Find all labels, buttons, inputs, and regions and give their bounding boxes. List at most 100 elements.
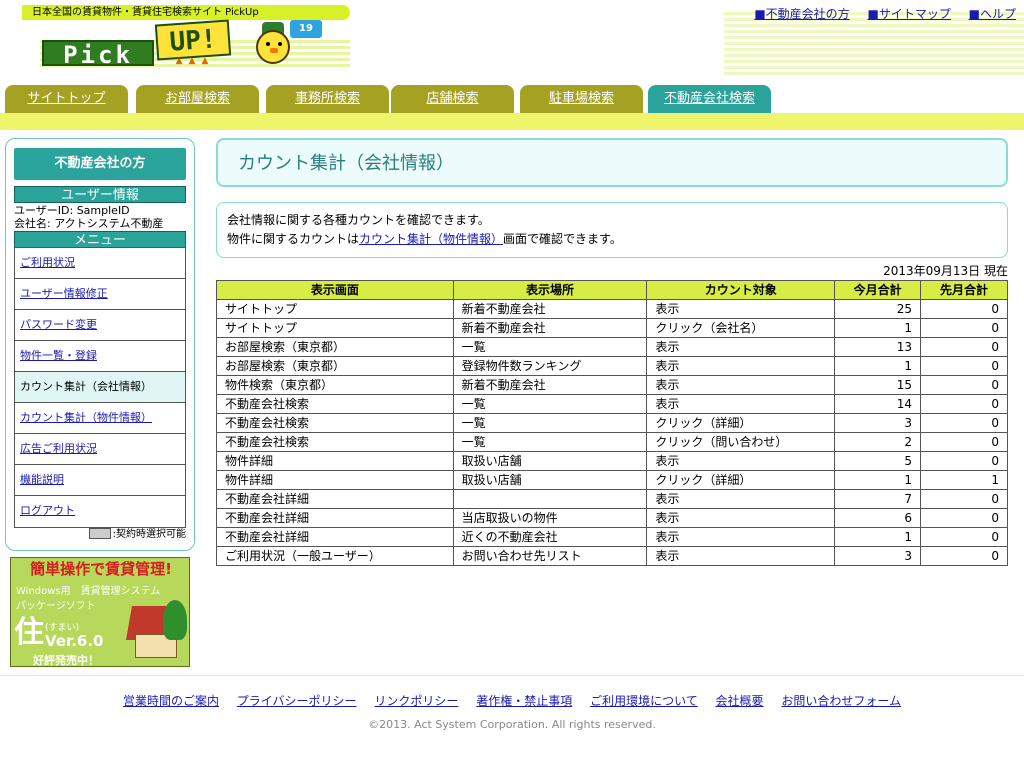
ad-sale: 好評発売中！: [33, 654, 99, 667]
as-of-date: 2013年09月13日 現在: [883, 264, 1008, 278]
table-cell: 5: [834, 451, 922, 471]
table-row: ご利用状況（一般ユーザー） お問い合わせ先リスト 表示 3 0: [216, 546, 1008, 566]
table-cell: 表示: [646, 508, 836, 528]
table-cell: 0: [920, 394, 1008, 414]
tab-parking-search[interactable]: 駐車場検索: [520, 85, 643, 113]
table-row: サイトトップ 新着不動産会社 表示 25 0: [216, 299, 1008, 319]
table-cell: 2: [834, 432, 922, 452]
table-cell: 0: [920, 489, 1008, 509]
menu-item-count-property[interactable]: カウント集計（物件情報）: [15, 403, 185, 434]
table-body: サイトトップ 新着不動産会社 表示 25 0 サイトトップ 新着不動産会社 クリック（会社名）…: [216, 299, 1008, 566]
ad-version: Ver.6.0: [45, 632, 104, 650]
table-cell: 1: [834, 318, 922, 338]
table-cell: 15: [834, 375, 922, 395]
table-cell: 取扱い店舗: [452, 470, 648, 490]
page-title: カウント集計（会社情報）: [238, 153, 454, 174]
menu-item-properties[interactable]: 物件一覧・登録: [15, 341, 185, 372]
table-cell: 不動産会社詳細: [216, 489, 454, 509]
table-cell: 当店取扱いの物件: [452, 508, 648, 528]
table-cell: 25: [834, 299, 922, 319]
table-cell: 新着不動産会社: [452, 318, 648, 338]
top-links: ■不動産会社の方 ■サイトマップ ■ヘルプ: [740, 5, 1016, 22]
table-cell: 6: [834, 508, 922, 528]
menu-item-ad-usage[interactable]: 広告ご利用状況: [15, 434, 185, 465]
menu-item-logout[interactable]: ログアウト: [15, 496, 185, 527]
table-cell: 表示: [646, 356, 836, 376]
table-cell: 7: [834, 489, 922, 509]
table-cell: 一覧: [452, 413, 648, 433]
page-title-box: カウント集計（会社情報）: [216, 138, 1008, 187]
table-cell: ご利用状況（一般ユーザー）: [216, 546, 454, 566]
table-row: サイトトップ 新着不動産会社 クリック（会社名） 1 0: [216, 318, 1008, 338]
sidebar: 不動産会社の方 ユーザー情報 ユーザーID: SampleID 会社名: アクト…: [5, 138, 195, 551]
site-tagline: 日本全国の賃貸物件・賃貸住宅検索サイト PickUp: [22, 5, 350, 20]
table-cell: クリック（詳細）: [646, 470, 836, 490]
col-header-target: カウント対象: [646, 280, 836, 300]
table-row: 不動産会社詳細 近くの不動産会社 表示 1 0: [216, 527, 1008, 547]
logo-arrows-icon: ▲▲▲: [175, 56, 215, 66]
legend-swatch: [88, 528, 111, 539]
logo-pick-text: Pick: [42, 40, 154, 68]
table-cell: 0: [920, 546, 1008, 566]
table-cell: 新着不動産会社: [452, 299, 648, 319]
menu-item-count-company: カウント集計（会社情報）: [15, 372, 185, 403]
link-help[interactable]: ■ヘルプ: [969, 7, 1016, 21]
footer-link-company[interactable]: 会社概要: [716, 694, 764, 708]
table-cell: 物件詳細: [216, 451, 454, 471]
table-cell: 0: [920, 356, 1008, 376]
footer-link-hours[interactable]: 営業時間のご案内: [123, 694, 219, 708]
table-cell: 新着不動産会社: [452, 375, 648, 395]
table-cell: お問い合わせ先リスト: [452, 546, 648, 566]
tab-office-search[interactable]: 事務所検索: [266, 85, 389, 113]
ad-banner[interactable]: 簡単操作で賃貸管理! Windows用 賃貸管理システム パッケージソフト 住 (…: [10, 557, 190, 667]
table-cell: 0: [920, 318, 1008, 338]
sidebar-menu: ご利用状況 ユーザー情報修正 パスワード変更 物件一覧・登録 カウント集計（会社…: [14, 247, 186, 528]
col-header-location: 表示場所: [452, 280, 648, 300]
menu-item-change-password[interactable]: パスワード変更: [15, 310, 185, 341]
table-row: 不動産会社詳細 表示 7 0: [216, 489, 1008, 509]
table-cell: [452, 489, 648, 509]
mascot-flag-badge: 19: [290, 20, 322, 38]
table-cell: 表示: [646, 299, 836, 319]
menu-item-features[interactable]: 機能説明: [15, 465, 185, 496]
table-row: お部屋検索（東京都） 一覧 表示 13 0: [216, 337, 1008, 357]
tab-bar: [0, 113, 1024, 130]
tab-realestate-search[interactable]: 不動産会社検索: [648, 85, 771, 113]
table-cell: 0: [920, 413, 1008, 433]
table-cell: 1: [834, 356, 922, 376]
link-sitemap[interactable]: ■サイトマップ: [867, 7, 950, 21]
table-cell: 0: [920, 527, 1008, 547]
footer-link-contact[interactable]: お問い合わせフォーム: [781, 694, 901, 708]
footer-link-environment[interactable]: ご利用環境について: [590, 694, 698, 708]
tab-site-top[interactable]: サイトトップ: [5, 85, 128, 113]
copyright: ©2013. Act System Corporation. All right…: [368, 718, 656, 731]
table-cell: 0: [920, 299, 1008, 319]
table-cell: 表示: [646, 375, 836, 395]
table-row: 不動産会社検索 一覧 クリック（詳細） 3 0: [216, 413, 1008, 433]
table-cell: 不動産会社検索: [216, 394, 454, 414]
footer-divider: [0, 675, 1024, 676]
footer-link-copyright[interactable]: 著作権・禁止事項: [476, 694, 572, 708]
table-cell: 近くの不動産会社: [452, 527, 648, 547]
table-cell: 3: [834, 413, 922, 433]
tab-room-search[interactable]: お部屋検索: [136, 85, 259, 113]
table-header-row: 表示画面 表示場所 カウント対象 今月合計 先月合計: [216, 280, 1008, 300]
table-row: 不動産会社検索 一覧 クリック（問い合わせ） 2 0: [216, 432, 1008, 452]
table-cell: 0: [920, 508, 1008, 528]
table-cell: 0: [920, 432, 1008, 452]
menu-legend: :契約時選択可能: [88, 528, 186, 541]
menu-item-edit-user[interactable]: ユーザー情報修正: [15, 279, 185, 310]
footer-link-link-policy[interactable]: リンクポリシー: [374, 694, 458, 708]
table-cell: 表示: [646, 451, 836, 471]
tab-shop-search[interactable]: 店舗検索: [391, 85, 514, 113]
menu-item-usage[interactable]: ご利用状況: [15, 248, 185, 279]
description-line-1: 会社情報に関する各種カウントを確認できます。: [227, 213, 490, 227]
table-cell: 不動産会社詳細: [216, 527, 454, 547]
count-table: 表示画面 表示場所 カウント対象 今月合計 先月合計 サイトトップ 新着不動産会社…: [216, 280, 1008, 566]
table-cell: 1: [834, 527, 922, 547]
link-count-property[interactable]: カウント集計（物件情報）: [359, 232, 503, 246]
table-cell: お部屋検索（東京都）: [216, 356, 454, 376]
link-realestate-companies[interactable]: ■不動産会社の方: [754, 7, 849, 21]
footer-link-privacy[interactable]: プライバシーポリシー: [237, 694, 357, 708]
table-row: 物件検索（東京都） 新着不動産会社 表示 15 0: [216, 375, 1008, 395]
